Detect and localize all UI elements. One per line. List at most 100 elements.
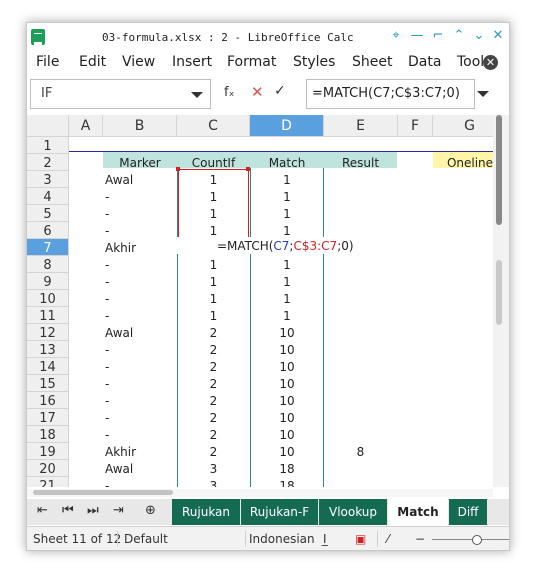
row-header[interactable]: 13: [27, 341, 69, 358]
tab-match[interactable]: Match: [388, 499, 448, 525]
selection-mode-icon[interactable]: I̲: [323, 532, 327, 546]
menu-view[interactable]: View: [122, 54, 155, 70]
column-header-a[interactable]: A: [69, 115, 103, 137]
countif-cell[interactable]: 2: [177, 326, 250, 340]
menu-edit[interactable]: Edit: [79, 54, 106, 70]
oneline-cell[interactable]: 5: [433, 241, 493, 255]
match-cell[interactable]: 10: [250, 445, 324, 459]
marker-cell[interactable]: -: [105, 428, 175, 442]
match-cell[interactable]: 10: [250, 343, 324, 357]
marker-cell[interactable]: Awal: [105, 462, 175, 476]
match-header[interactable]: Match: [250, 156, 324, 170]
tab-diff[interactable]: Diff: [449, 499, 487, 525]
marker-cell[interactable]: -: [105, 292, 175, 306]
marker-cell[interactable]: -: [105, 360, 175, 374]
countif-cell[interactable]: 2: [177, 411, 250, 425]
column-header-f[interactable]: F: [398, 115, 433, 137]
expand-formula-icon[interactable]: [477, 91, 489, 97]
column-header-b[interactable]: B: [103, 115, 177, 137]
row-header[interactable]: 6: [27, 222, 69, 239]
next-sheet-icon[interactable]: ⏭: [87, 503, 99, 518]
marker-cell[interactable]: -: [105, 479, 175, 487]
marker-cell[interactable]: -: [105, 411, 175, 425]
marker-cell[interactable]: -: [105, 377, 175, 391]
countif-cell[interactable]: 2: [177, 377, 250, 391]
down-icon[interactable]: ⌄: [472, 29, 486, 43]
match-cell[interactable]: 1: [250, 275, 324, 289]
match-cell[interactable]: 1: [250, 292, 324, 306]
last-sheet-icon[interactable]: ⇥: [113, 503, 124, 518]
countif-cell[interactable]: 3: [177, 479, 250, 487]
oneline-cell[interactable]: 8: [433, 445, 493, 459]
match-cell[interactable]: 18: [250, 479, 324, 487]
row-header[interactable]: 1: [27, 137, 69, 154]
match-cell[interactable]: 10: [250, 428, 324, 442]
row-header[interactable]: 8: [27, 256, 69, 273]
column-header-c[interactable]: C: [177, 115, 250, 137]
menu-close-icon[interactable]: ✕: [483, 55, 498, 70]
marker-cell[interactable]: -: [105, 224, 175, 238]
name-box[interactable]: IF: [30, 79, 211, 109]
countif-cell[interactable]: 3: [177, 462, 250, 476]
match-cell[interactable]: 10: [250, 394, 324, 408]
countif-cell[interactable]: 2: [177, 343, 250, 357]
row-header[interactable]: 11: [27, 307, 69, 324]
zoom-slider-knob[interactable]: [472, 535, 482, 545]
minimize-small-icon[interactable]: —: [410, 29, 424, 43]
marker-cell[interactable]: -: [105, 343, 175, 357]
close-icon[interactable]: ✕: [491, 29, 505, 43]
row-header[interactable]: 21: [27, 477, 69, 487]
previous-sheet-icon[interactable]: ⏮: [62, 503, 74, 518]
zoom-slider[interactable]: [432, 539, 509, 540]
countif-header[interactable]: CountIf: [177, 156, 250, 170]
row-header[interactable]: 3: [27, 171, 69, 188]
result-header[interactable]: Result: [324, 156, 397, 170]
row-header[interactable]: 14: [27, 358, 69, 375]
formula-input[interactable]: =MATCH(C7;C$3:C7;0): [306, 79, 475, 109]
match-cell[interactable]: 1: [250, 190, 324, 204]
vertical-scroll-thumb[interactable]: [496, 115, 502, 225]
pin-icon[interactable]: ⌖: [389, 29, 403, 43]
restore-icon[interactable]: ⌐: [431, 29, 445, 43]
marker-cell[interactable]: Awal: [105, 326, 175, 340]
horizontal-scroll-thumb[interactable]: [33, 490, 173, 495]
reference-handle[interactable]: [176, 167, 180, 171]
horizontal-scrollbar[interactable]: [27, 489, 493, 497]
up-icon[interactable]: ⌃: [452, 29, 466, 43]
select-all-corner[interactable]: [27, 115, 69, 137]
save-status-icon[interactable]: ▣: [355, 532, 366, 546]
countif-cell[interactable]: 2: [177, 360, 250, 374]
match-cell[interactable]: 1: [250, 173, 324, 187]
menu-styles[interactable]: Styles: [293, 54, 335, 70]
add-sheet-icon[interactable]: ⊕: [145, 503, 156, 518]
accept-icon[interactable]: ✓: [274, 83, 286, 99]
edit-cell[interactable]: =MATCH(C7;C$3:C7;0): [177, 237, 367, 254]
row-header[interactable]: 5: [27, 205, 69, 222]
marker-cell[interactable]: Akhir: [105, 445, 175, 459]
match-cell[interactable]: 18: [250, 462, 324, 476]
oneline-header[interactable]: Oneline: [433, 156, 493, 170]
match-cell[interactable]: 1: [250, 258, 324, 272]
chevron-down-icon[interactable]: [182, 80, 210, 108]
tab-rujukan[interactable]: Rujukan: [172, 499, 240, 525]
marker-cell[interactable]: Awal: [105, 173, 175, 187]
row-header[interactable]: 10: [27, 290, 69, 307]
countif-cell[interactable]: 1: [177, 258, 250, 272]
marker-cell[interactable]: -: [105, 309, 175, 323]
reference-handle[interactable]: [246, 167, 250, 171]
row-header[interactable]: 4: [27, 188, 69, 205]
row-header[interactable]: 16: [27, 392, 69, 409]
row-header[interactable]: 7: [27, 239, 69, 256]
match-cell[interactable]: 1: [250, 207, 324, 221]
match-cell[interactable]: 10: [250, 326, 324, 340]
countif-cell[interactable]: 2: [177, 394, 250, 408]
tab-rujukan-f[interactable]: Rujukan-F: [241, 499, 318, 525]
match-cell[interactable]: 1: [250, 224, 324, 238]
marker-cell[interactable]: -: [105, 190, 175, 204]
countif-cell[interactable]: 2: [177, 445, 250, 459]
row-header[interactable]: 9: [27, 273, 69, 290]
match-cell[interactable]: 10: [250, 360, 324, 374]
marker-header[interactable]: Marker: [103, 156, 177, 170]
vertical-scrollbar[interactable]: [493, 115, 509, 487]
row-header[interactable]: 12: [27, 324, 69, 341]
